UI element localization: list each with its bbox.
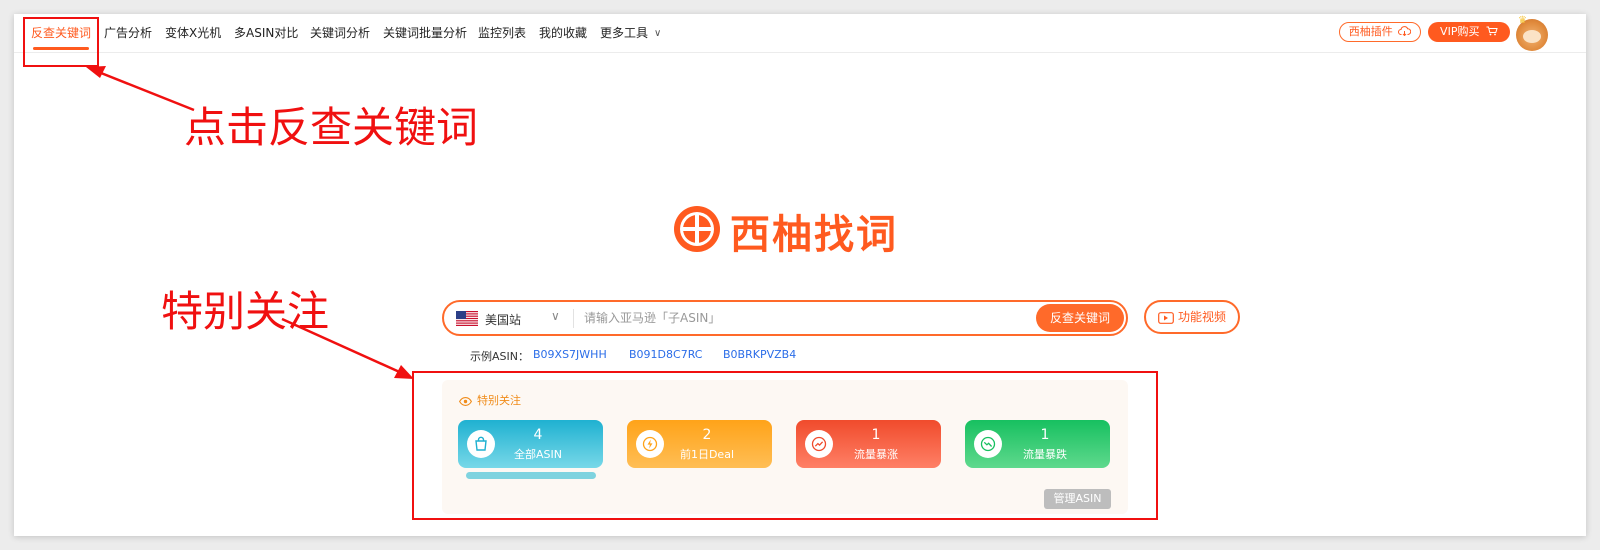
annotation-highlight-follow xyxy=(412,371,1158,520)
example-asin-link[interactable]: B0BRKPVZB4 xyxy=(723,348,796,361)
feature-video-button[interactable]: 功能视频 xyxy=(1144,300,1240,334)
avatar-face xyxy=(1523,30,1541,43)
marketplace-select[interactable]: 美国站 xyxy=(485,311,521,328)
feature-video-label: 功能视频 xyxy=(1177,310,1226,324)
example-asin-link[interactable]: B091D8C7RC xyxy=(629,348,702,361)
reverse-keyword-search-button[interactable]: 反查关键词 xyxy=(1036,304,1124,332)
example-asins-label: 示例ASIN： xyxy=(470,350,529,363)
user-avatar[interactable]: ♛ xyxy=(1516,15,1548,51)
example-asins: 示例ASIN： B09XS7JWHH B091D8C7RC B0BRKPVZB4 xyxy=(470,348,796,364)
nav-item-keyword-analysis[interactable]: 关键词分析 xyxy=(310,24,370,41)
example-asin-link[interactable]: B09XS7JWHH xyxy=(533,348,607,361)
nav-item-more-tools[interactable]: 更多工具 ∨ xyxy=(600,24,661,41)
nav-item-my-favorites[interactable]: 我的收藏 xyxy=(539,24,587,41)
divider xyxy=(573,309,574,328)
top-nav: 反查关键词 广告分析 变体X光机 多ASIN对比 关键词分析 关键词批量分析 监… xyxy=(14,14,1586,53)
chevron-down-icon: ∨ xyxy=(654,28,662,39)
nav-item-monitor-list[interactable]: 监控列表 xyxy=(478,24,526,41)
nav-item-multi-asin-compare[interactable]: 多ASIN对比 xyxy=(234,24,298,41)
annotation-click-hint: 点击反查关键词 xyxy=(184,103,479,152)
plugin-button[interactable]: 西柚插件 xyxy=(1339,22,1421,42)
app-window: 反查关键词 广告分析 变体X光机 多ASIN对比 关键词分析 关键词批量分析 监… xyxy=(14,14,1586,536)
asin-search-input[interactable] xyxy=(584,307,1024,329)
cart-icon xyxy=(1486,26,1498,36)
nav-item-more-tools-label: 更多工具 xyxy=(600,26,649,40)
video-play-icon xyxy=(1158,311,1174,324)
nav-item-ad-analysis[interactable]: 广告分析 xyxy=(104,24,152,41)
nav-item-keyword-batch-analysis[interactable]: 关键词批量分析 xyxy=(383,24,467,41)
us-flag-icon[interactable] xyxy=(456,311,478,326)
annotation-arrowhead-follow xyxy=(394,365,414,379)
chevron-down-icon[interactable]: ∨ xyxy=(551,309,560,323)
plugin-button-label: 西柚插件 xyxy=(1348,25,1393,38)
vip-purchase-button[interactable]: VIP购买 xyxy=(1428,22,1510,42)
asin-search-bar: 美国站 ∨ 反查关键词 xyxy=(442,300,1128,336)
logo-text: 西柚找词 xyxy=(730,212,898,258)
annotation-arrowhead-nav xyxy=(86,66,106,78)
crown-icon: ♛ xyxy=(1518,15,1527,26)
annotation-arrow-nav xyxy=(95,69,195,112)
annotation-highlight-nav xyxy=(23,17,99,67)
cloud-download-icon xyxy=(1398,26,1412,37)
annotation-focus-hint: 特别关注 xyxy=(161,287,330,336)
xiyou-logo-icon xyxy=(674,206,720,252)
vip-purchase-label: VIP购买 xyxy=(1440,25,1480,38)
nav-item-variant-xray[interactable]: 变体X光机 xyxy=(165,24,221,41)
